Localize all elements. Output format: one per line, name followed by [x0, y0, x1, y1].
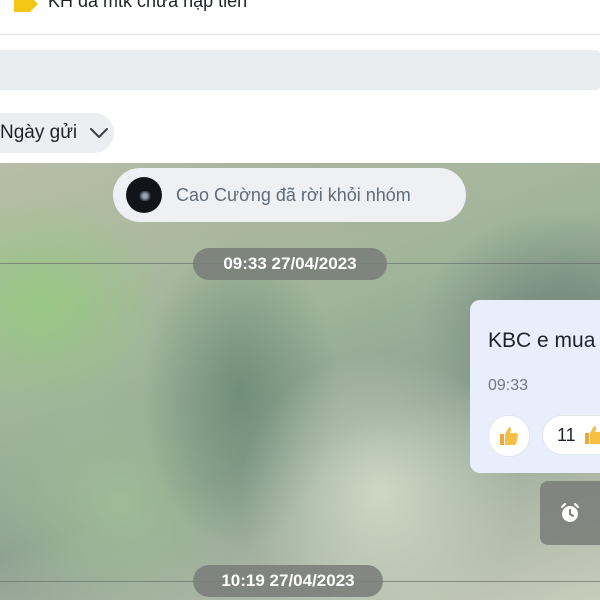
- avatar[interactable]: [126, 177, 162, 213]
- reaction-count-button[interactable]: 11: [542, 415, 600, 455]
- thumbs-up-icon: [584, 426, 600, 444]
- message-text: KBC e mua: [488, 329, 596, 352]
- reaction-count: 11: [557, 424, 576, 445]
- date-filter-label: Ngày gửi: [0, 122, 78, 143]
- system-notification-text: Cao Cường đã rời khỏi nhóm: [176, 184, 411, 205]
- date-separator-text: 09:33 27/04/2023: [223, 254, 357, 273]
- chevron-down-icon: [90, 128, 109, 138]
- chat-area[interactable]: Cao Cường đã rời khỏi nhóm 09:33 27/04/2…: [0, 163, 600, 600]
- system-notification: Cao Cường đã rời khỏi nhóm: [113, 168, 466, 222]
- conversation-title: KH đã mtk chưa nạp tiền: [48, 0, 248, 11]
- search-input[interactable]: [0, 50, 600, 90]
- conversation-header: KH đã mtk chưa nạp tiền: [0, 0, 600, 35]
- date-separator: 09:33 27/04/2023: [193, 248, 387, 280]
- message-bubble[interactable]: KBC e mua 09:33 11: [470, 300, 600, 473]
- alarm-clock-icon: [561, 503, 579, 522]
- date-filter-dropdown[interactable]: Ngày gửi: [0, 113, 114, 153]
- reaction-button[interactable]: [488, 415, 530, 457]
- date-separator-text: 10:19 27/04/2023: [221, 571, 355, 590]
- reminder-button[interactable]: [540, 481, 600, 545]
- tag-icon: [14, 0, 38, 12]
- message-time: 09:33: [488, 377, 529, 394]
- thumbs-up-icon: [500, 427, 519, 445]
- date-separator: 10:19 27/04/2023: [193, 565, 383, 597]
